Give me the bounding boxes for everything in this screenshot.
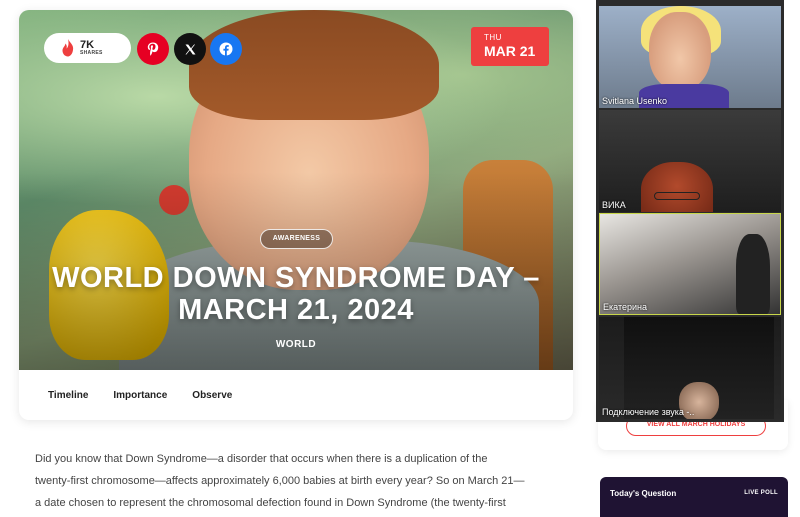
x-icon [185,44,195,54]
flame-icon [62,39,74,57]
participant-name: ВИКА [602,200,626,210]
live-poll-badge: LIVE POLL [744,490,778,496]
participant-name: Екатерина [603,302,647,312]
category-link[interactable]: WORLD [19,339,573,350]
participant-glasses [654,192,700,200]
date-badge: THU MAR 21 [471,27,549,66]
facebook-share-button[interactable] [210,33,242,65]
date-month-day: MAR 21 [484,43,536,59]
article-line: a date chosen to represent the chromosom… [35,497,506,509]
section-tabs: Timeline Importance Observe [19,370,573,420]
share-count-label: SHARES [80,50,103,56]
awareness-tag[interactable]: AWARENESS [260,229,333,249]
share-count: 7K SHARES [80,40,103,56]
tab-importance[interactable]: Importance [113,390,167,401]
date-day-of-week: THU [484,33,502,42]
participant-face [641,162,713,212]
poll-title: Today's Question [610,489,677,498]
poll-card: Today's Question LIVE POLL [600,477,788,517]
pinterest-icon [147,42,159,56]
share-count-pill[interactable]: 7K SHARES [44,33,131,63]
page-title-line-2: MARCH 21, 2024 [178,294,414,326]
page-title: WORLD DOWN SYNDROME DAY – MARCH 21, 2024 [19,262,573,326]
participant-tile[interactable]: Svitlana Usenko [599,6,781,108]
hero-card: 7K SHARES THU MAR 21 AWARENESS WORLD DOW… [19,10,573,420]
participant-name: Svitlana Usenko [602,96,668,106]
participant-tile[interactable]: Подключение звука -.. [599,317,781,419]
facebook-icon [219,42,233,56]
participant-tile[interactable]: ВИКА [599,110,781,212]
participant-video [736,234,770,314]
x-share-button[interactable] [174,33,206,65]
participant-face [649,12,711,90]
participant-name: Подключение звука -.. [602,407,695,417]
pinterest-share-button[interactable] [137,33,169,65]
article-line: twenty-first chromosome—affects approxim… [35,475,525,487]
hero-image: 7K SHARES THU MAR 21 AWARENESS WORLD DOW… [19,10,573,370]
video-call-panel: Svitlana Usenko ВИКА Екатерина Подключен… [596,0,784,422]
article-line: Did you know that Down Syndrome—a disord… [35,453,488,465]
article-body: Did you know that Down Syndrome—a disord… [35,448,565,514]
participant-tile-active[interactable]: Екатерина [599,213,781,315]
tab-observe[interactable]: Observe [192,390,232,401]
page-title-line-1: WORLD DOWN SYNDROME DAY – [52,262,540,294]
tab-timeline[interactable]: Timeline [48,390,88,401]
